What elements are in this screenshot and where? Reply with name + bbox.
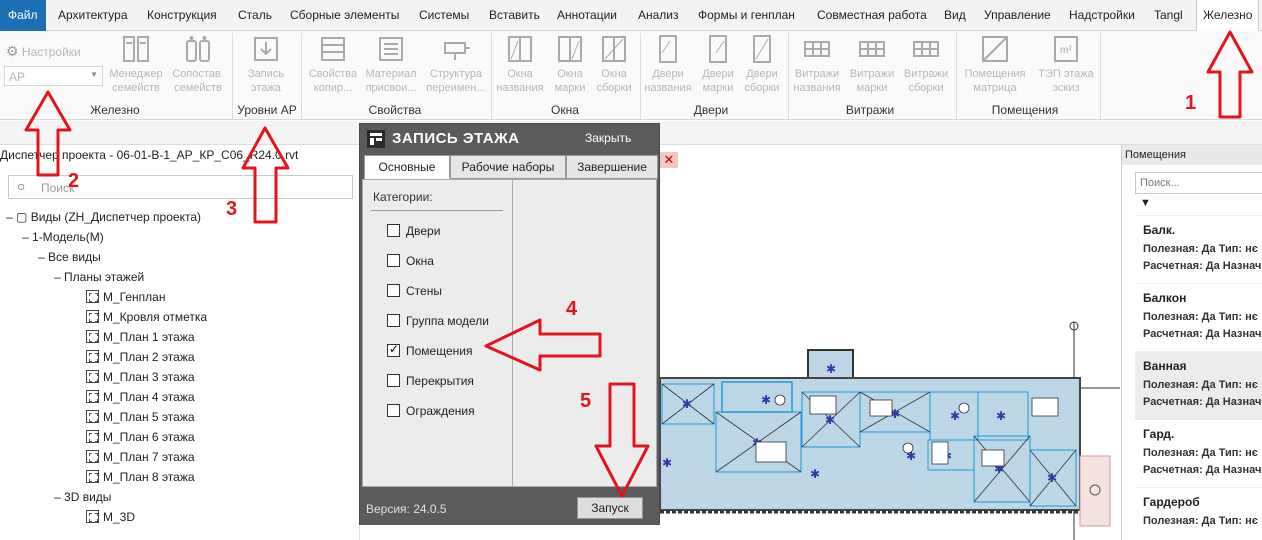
annotation-overlay	[24, 30, 1254, 498]
annotation-number-1: 1	[1185, 92, 1197, 114]
annotation-arrow-left-4	[484, 318, 602, 372]
annotation-arrow-down-5	[594, 382, 650, 498]
annotation-number-5: 5	[580, 390, 592, 412]
annotation-number-2: 2	[68, 170, 80, 192]
annotation-arrow-up-2	[24, 90, 72, 177]
annotation-number-3: 3	[226, 198, 238, 220]
annotation-arrow-up-1	[1206, 30, 1254, 119]
annotation-arrow-up-3	[241, 126, 290, 224]
annotation-number-4: 4	[566, 298, 578, 320]
